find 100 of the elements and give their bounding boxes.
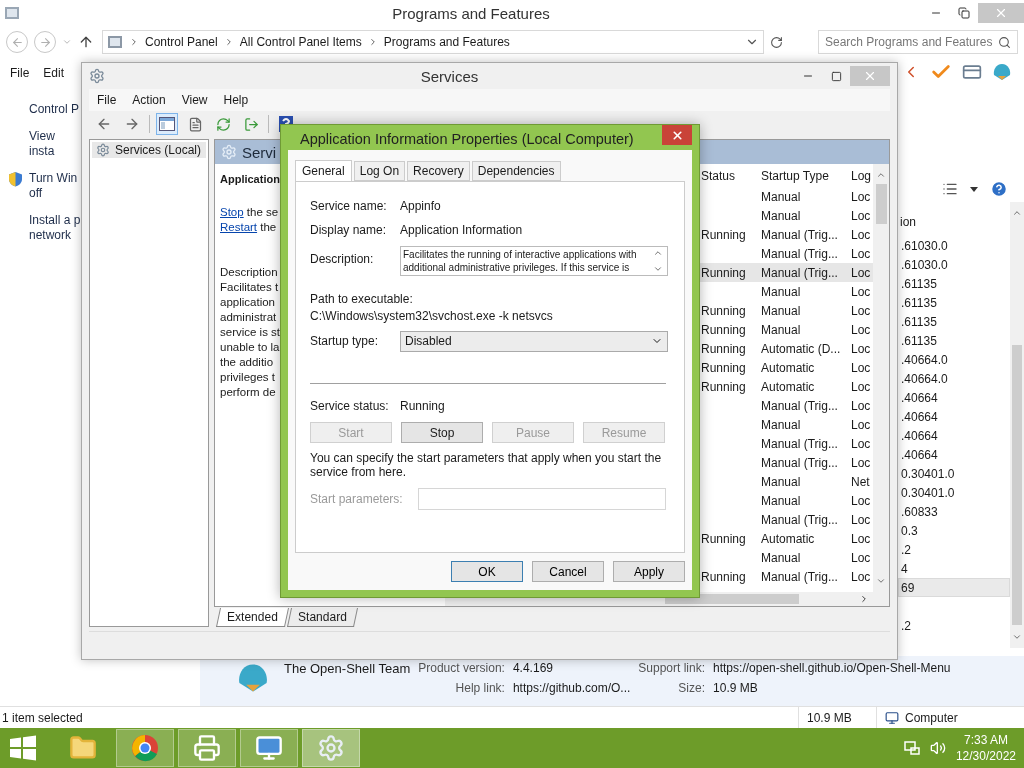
description-text: Facilitates t application administrat service is st unable to la the additio privileges t perform de [220, 280, 281, 400]
list-cell[interactable]: .60833 [898, 502, 1010, 521]
menu-item[interactable]: View [181, 93, 208, 107]
close-button[interactable] [662, 125, 692, 145]
search-field[interactable]: Search Programs and Features [818, 30, 1018, 54]
list-cell[interactable]: .61135 [898, 331, 1010, 350]
column-header[interactable]: Log [851, 169, 873, 187]
menu-item[interactable]: File [10, 66, 30, 80]
list-cell[interactable]: 4 [898, 559, 1010, 578]
detail-label: Product version: [418, 661, 505, 675]
address-bar[interactable]: Control Panel All Control Panel Items Programs and Features [102, 30, 764, 54]
search-icon [998, 35, 1011, 49]
log-on-cell: Loc [851, 246, 871, 261]
detail-label: Size: [677, 681, 706, 695]
log-on-cell: Loc [851, 284, 871, 299]
refresh-icon[interactable] [770, 35, 783, 49]
tab[interactable]: General [295, 160, 352, 182]
tab[interactable]: Recovery [407, 161, 470, 181]
status-zone: Computer [905, 710, 958, 725]
scrollbar-thumb[interactable] [875, 184, 887, 224]
dialog-button[interactable]: Apply [613, 561, 685, 582]
list-cell[interactable]: .61135 [898, 312, 1010, 331]
chrome-icon[interactable] [131, 734, 159, 762]
printer-icon[interactable] [193, 734, 221, 762]
action-sentence: Stop the se [220, 205, 279, 220]
tree-item[interactable]: Services (Local) [92, 142, 206, 158]
sidebar-link[interactable]: Control P [29, 102, 80, 117]
menu-item[interactable]: Edit [43, 66, 65, 80]
start-button[interactable] [8, 733, 38, 763]
list-cell[interactable]: .61030.0 [898, 236, 1010, 255]
breadcrumb[interactable]: Control Panel [145, 35, 218, 49]
list-cell[interactable]: 0.30401.0 [898, 483, 1010, 502]
column-header[interactable]: Startup Type [759, 169, 851, 187]
list-cell[interactable]: 0.30401.0 [898, 464, 1010, 483]
gear-icon[interactable] [317, 734, 345, 762]
folder-icon[interactable] [69, 734, 97, 762]
monitor-icon[interactable] [255, 734, 283, 762]
recent-pages-icon[interactable] [62, 37, 72, 47]
network-icon[interactable] [903, 740, 920, 756]
up-button[interactable] [78, 34, 94, 50]
caret-icon[interactable] [970, 186, 978, 192]
list-cell[interactable]: 0.3 [898, 521, 1010, 540]
menu-item[interactable]: Help [223, 93, 249, 107]
breadcrumb[interactable]: Programs and Features [383, 35, 510, 49]
dialog-button[interactable]: OK [451, 561, 523, 582]
tab[interactable]: Log On [353, 161, 406, 181]
list-cell[interactable]: .61030.0 [898, 255, 1010, 274]
service-heading: Application [220, 172, 280, 187]
taskbar-button[interactable] [240, 729, 298, 767]
list-cell[interactable]: .40664 [898, 388, 1010, 407]
list-cell[interactable]: .61135 [898, 293, 1010, 312]
list-cell[interactable]: 69 [898, 578, 1010, 597]
help-icon[interactable] [990, 180, 1008, 198]
log-on-cell: Loc [851, 531, 871, 546]
scrollbar-thumb[interactable] [665, 594, 799, 604]
list-cell[interactable]: .2 [898, 540, 1010, 559]
startup-type-cell: Manual (Trig... [761, 436, 838, 451]
action-link[interactable]: Restart [220, 221, 258, 233]
list-cell[interactable]: .2 [898, 616, 1010, 635]
scrollbar[interactable] [1010, 202, 1024, 648]
computer-icon [885, 710, 899, 725]
shell-icon[interactable] [992, 62, 1012, 82]
view-tab[interactable]: Extended [216, 608, 289, 627]
service-button[interactable]: Stop [401, 422, 483, 443]
list-cell[interactable]: .40664.0 [898, 350, 1010, 369]
card-icon[interactable] [962, 62, 982, 82]
sidebar-link[interactable]: Turn Win off [29, 171, 78, 201]
column-header[interactable]: ion [898, 208, 1010, 236]
show-tree-button[interactable] [156, 113, 178, 135]
taskbar-button[interactable] [116, 729, 174, 767]
gear-icon [89, 68, 105, 84]
taskbar-button[interactable] [302, 729, 360, 767]
action-link[interactable]: Stop [220, 206, 244, 218]
column-header[interactable]: Status [701, 169, 759, 187]
volume-icon[interactable] [929, 740, 946, 756]
sidebar-link[interactable]: Install a p network [29, 213, 81, 243]
dialog-button[interactable]: Cancel [532, 561, 604, 582]
status-cell: Running [701, 265, 746, 280]
list-cell[interactable]: .40664 [898, 426, 1010, 445]
status-value: Running [400, 399, 445, 413]
breadcrumb[interactable]: All Control Panel Items [239, 35, 362, 49]
list-cell[interactable]: .40664 [898, 445, 1010, 464]
view-tab[interactable]: Standard [286, 608, 358, 627]
scrollbar-thumb[interactable] [1012, 345, 1022, 625]
list-cell[interactable]: .40664.0 [898, 369, 1010, 388]
startup-type-select[interactable]: Disabled [400, 330, 668, 352]
scrollbar[interactable] [873, 164, 889, 592]
view-options-icon[interactable] [942, 181, 958, 197]
chevron-up-icon [1012, 208, 1022, 218]
taskbar-button[interactable] [178, 729, 236, 767]
tab[interactable]: Dependencies [471, 161, 561, 181]
menu-item[interactable]: Action [132, 93, 166, 107]
description-box[interactable]: Facilitates the running of interactive applications with additional administrative privileges. If this service is [400, 246, 668, 276]
list-cell[interactable]: .40664 [898, 407, 1010, 426]
field-label: Description: [310, 251, 375, 266]
menu-item[interactable]: File [97, 93, 117, 107]
startup-type-cell: Manual [761, 474, 801, 489]
log-on-cell: Loc [851, 417, 871, 432]
list-cell[interactable]: .61135 [898, 274, 1010, 293]
sidebar-link[interactable]: View insta [29, 129, 81, 159]
